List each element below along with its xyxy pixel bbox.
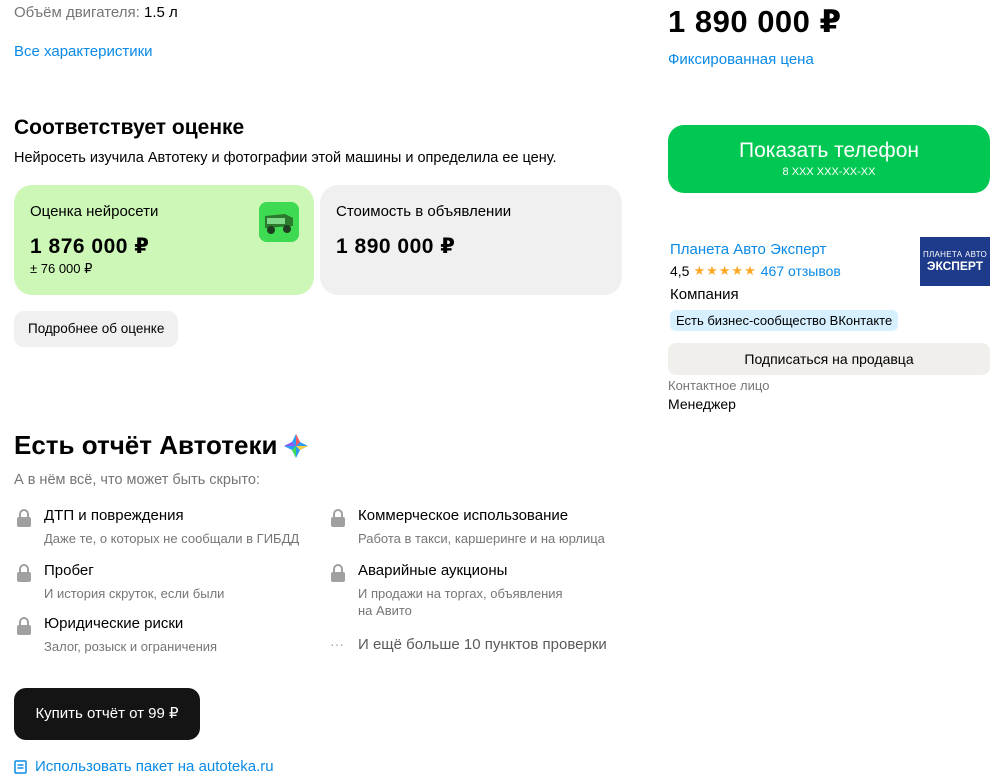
feature-accidents: ДТП и повреждения Даже те, о которых не … xyxy=(16,507,299,547)
reviews-link[interactable]: 467 отзывов xyxy=(761,263,841,279)
more-points-text: И ещё больше 10 пунктов проверки xyxy=(358,636,607,653)
listing-price-label: Стоимость в объявлении xyxy=(336,203,512,220)
ai-estimate-range: ± 76 000 ₽ xyxy=(30,261,93,276)
price-type-link[interactable]: Фиксированная цена xyxy=(668,51,814,68)
ai-estimate-card: Оценка нейросети 1 876 000 ₽ ± 76 000 ₽ xyxy=(14,185,314,295)
feature-title: Аварийные аукционы xyxy=(358,562,508,579)
rating-value: 4,5 xyxy=(670,263,690,279)
feature-title: Пробег xyxy=(44,562,94,579)
feature-desc: Работа в такси, каршеринге и на юрлица xyxy=(358,531,605,546)
subscribe-seller-button[interactable]: Подписаться на продавца xyxy=(668,343,990,375)
vk-community-badge[interactable]: Есть бизнес-сообщество ВКонтакте xyxy=(670,310,899,331)
all-specs-link[interactable]: Все характеристики xyxy=(14,43,153,60)
estimate-details-button[interactable]: Подробнее об оценке xyxy=(14,311,179,347)
feature-desc-line: на Авито xyxy=(358,603,412,618)
rating-stars-icon: ★★★★★ xyxy=(693,263,757,278)
show-phone-label: Показать телефон xyxy=(739,139,919,162)
feature-desc: Залог, розыск и ограничения xyxy=(44,639,218,654)
contact-person-value: Менеджер xyxy=(668,396,736,412)
feature-title: Юридические риски xyxy=(44,615,184,632)
seller-logo-line2: ЭКСПЕРТ xyxy=(926,259,984,273)
seller-rating: 4,5 ★★★★★ 467 отзывов xyxy=(670,263,841,279)
lock-icon xyxy=(16,615,36,655)
feature-title: Коммерческое использование xyxy=(358,507,569,524)
seller-type: Компания xyxy=(670,286,739,303)
ai-estimate-price: 1 876 000 ₽ xyxy=(30,235,150,258)
sidebar-price: 1 890 000 ₽ xyxy=(668,4,842,39)
use-package-link-text[interactable]: Использовать пакет на autoteka.ru xyxy=(35,758,274,775)
estimate-title: Соответствует оценке xyxy=(14,116,245,139)
use-package-link[interactable]: Использовать пакет на autoteka.ru xyxy=(14,758,274,775)
ellipsis-icon: ··· xyxy=(330,636,344,652)
feature-desc: Даже те, о которых не сообщали в ГИБДД xyxy=(44,531,300,546)
ai-estimate-label: Оценка нейросети xyxy=(30,203,159,220)
lock-icon xyxy=(16,507,36,547)
seller-logo-line1: ПЛАНЕТА АВТО xyxy=(922,250,988,259)
phone-mask: 8 XXX XXX-XX-XX xyxy=(782,166,876,178)
feature-auctions: Аварийные аукционы И продажи на торгах, … xyxy=(330,562,563,619)
contact-person-label: Контактное лицо xyxy=(668,378,770,393)
report-title: Есть отчёт Автотеки xyxy=(14,430,309,461)
lock-icon xyxy=(330,507,350,547)
engine-spec-label: Объём двигателя: xyxy=(14,4,140,21)
listing-price-card: Стоимость в объявлении 1 890 000 ₽ xyxy=(320,185,622,295)
autoteka-logo-icon xyxy=(284,433,309,458)
document-icon xyxy=(14,759,27,774)
show-phone-button[interactable]: Показать телефон 8 XXX XXX-XX-XX xyxy=(668,125,990,193)
feature-desc-line: И продажи на торгах, объявления xyxy=(358,586,563,601)
seller-logo[interactable]: ПЛАНЕТА АВТО ЭКСПЕРТ xyxy=(920,237,990,286)
feature-mileage: Пробег И история скруток, если были xyxy=(16,562,224,602)
listing-price-value: 1 890 000 ₽ xyxy=(336,235,456,258)
report-title-text: Есть отчёт Автотеки xyxy=(14,430,278,460)
estimate-subtitle: Нейросеть изучила Автотеку и фотографии … xyxy=(14,150,557,166)
buy-report-button[interactable]: Купить отчёт от 99 ₽ xyxy=(14,688,200,740)
engine-spec-value: 1.5 л xyxy=(143,4,178,21)
seller-name-link[interactable]: Планета Авто Эксперт xyxy=(670,241,826,258)
feature-legal: Юридические риски Залог, розыск и ограни… xyxy=(16,615,217,655)
car-icon xyxy=(259,202,299,242)
feature-desc: И история скруток, если были xyxy=(44,586,225,601)
feature-desc: И продажи на торгах, объявления на Авито xyxy=(358,585,563,619)
feature-commercial: Коммерческое использование Работа в такс… xyxy=(330,507,605,547)
feature-title: ДТП и повреждения xyxy=(44,507,184,524)
lock-icon xyxy=(16,562,36,602)
lock-icon xyxy=(330,562,350,619)
feature-more: ··· И ещё больше 10 пунктов проверки xyxy=(330,636,607,653)
report-subtitle: А в нём всё, что может быть скрыто: xyxy=(14,472,260,488)
engine-spec: Объём двигателя: 1.5 л xyxy=(14,4,178,21)
